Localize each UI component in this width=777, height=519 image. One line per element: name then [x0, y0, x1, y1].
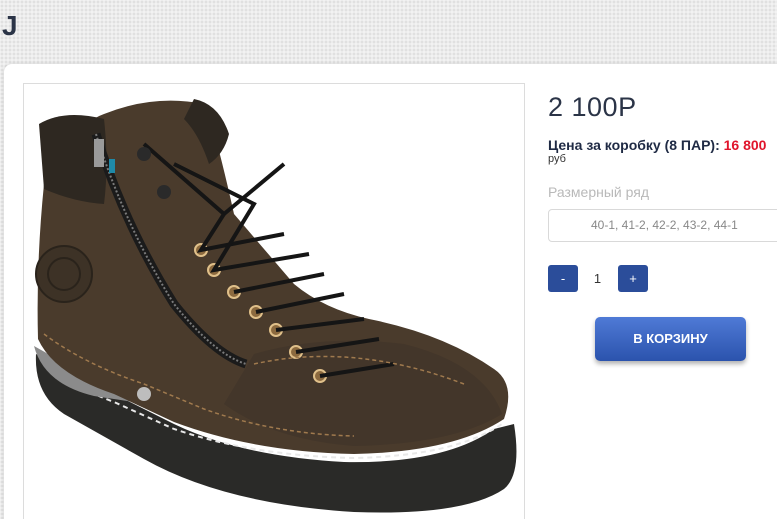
box-price-value: 16 800 [723, 137, 767, 153]
quantity-value[interactable]: 1 [585, 265, 610, 292]
boot-illustration [34, 99, 517, 513]
page-title: J [2, 10, 18, 41]
box-price-label: Цена за коробку (8 ПАР): [548, 137, 720, 153]
product-price: 2 100Р [548, 92, 637, 122]
size-range-label: Размерный ряд [548, 184, 650, 200]
quantity-decrease-button[interactable]: - [548, 265, 578, 292]
size-range-field[interactable]: 40-1, 41-2, 42-2, 43-2, 44-1 [548, 209, 777, 242]
page-header: J [0, 0, 777, 62]
quantity-increase-button[interactable]: + [618, 265, 648, 292]
currency-label: руб [548, 153, 566, 165]
product-image[interactable] [23, 83, 525, 519]
box-price: Цена за коробку (8 ПАР): 16 800 [548, 137, 777, 153]
add-to-cart-button[interactable]: В КОРЗИНУ [595, 317, 746, 361]
